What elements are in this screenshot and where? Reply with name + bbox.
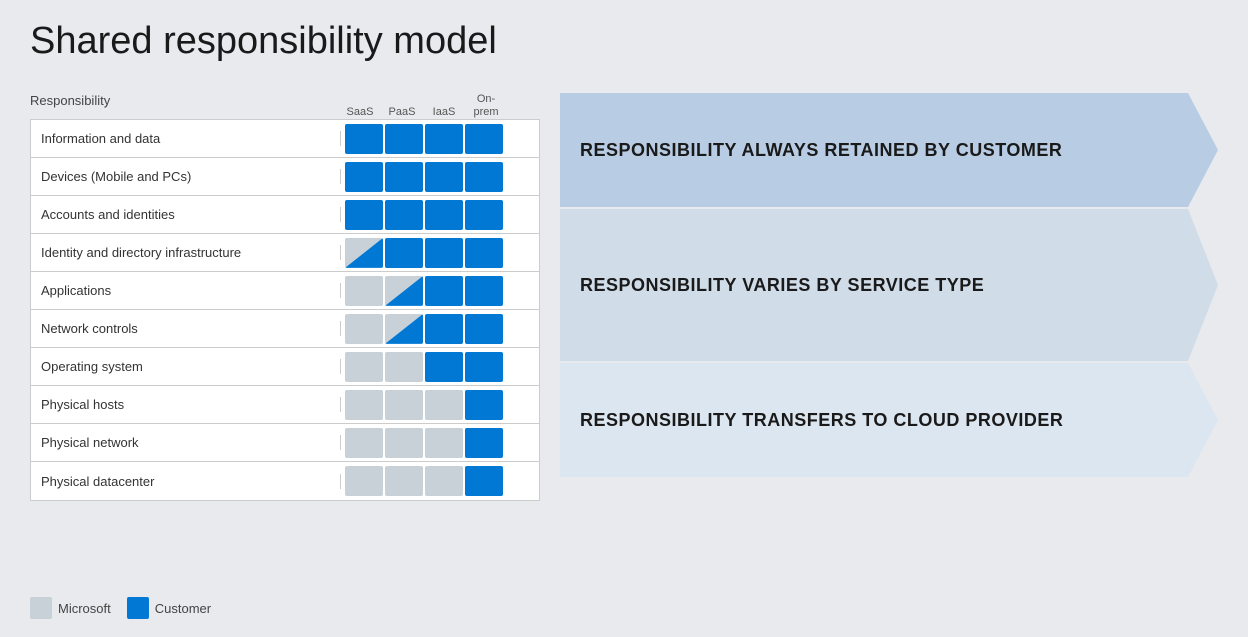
legend-microsoft-box (30, 597, 52, 619)
table-header: Responsibility SaaS PaaS IaaS On-prem (30, 93, 540, 119)
cell-iaas (425, 428, 463, 458)
row-label-devices: Devices (Mobile and PCs) (31, 169, 341, 184)
col-paas: PaaS (382, 106, 422, 119)
row-label-applications: Applications (31, 283, 341, 298)
table-row: Devices (Mobile and PCs) (31, 158, 539, 196)
row-cells (341, 121, 507, 157)
cell-onprem (465, 466, 503, 496)
row-cells (341, 197, 507, 233)
cell-iaas (425, 352, 463, 382)
row-label-physical-network: Physical network (31, 435, 341, 450)
row-cells (341, 463, 507, 499)
header-responsibility-label: Responsibility (30, 93, 340, 119)
table-row: Information and data (31, 120, 539, 158)
cell-paas (385, 466, 423, 496)
table-row: Identity and directory infrastructure (31, 234, 539, 272)
cell-saas (345, 200, 383, 230)
row-cells (341, 311, 507, 347)
row-cells (341, 387, 507, 423)
cell-paas (385, 352, 423, 382)
legend-customer-box (127, 597, 149, 619)
legend: Microsoft Customer (30, 597, 211, 619)
col-onprem: On-prem (466, 93, 506, 119)
legend-microsoft-label: Microsoft (58, 601, 111, 616)
banner-always-retained-text: RESPONSIBILITY ALWAYS RETAINED BY CUSTOM… (580, 140, 1062, 161)
cell-paas-split (385, 276, 423, 306)
table-row: Applications (31, 272, 539, 310)
cell-onprem (465, 352, 503, 382)
cell-iaas (425, 314, 463, 344)
banner-varies-by-service-text: RESPONSIBILITY VARIES BY SERVICE TYPE (580, 275, 984, 296)
table-row: Physical network (31, 424, 539, 462)
legend-customer: Customer (127, 597, 211, 619)
table-row: Physical datacenter (31, 462, 539, 500)
cell-onprem (465, 238, 503, 268)
row-cells (341, 425, 507, 461)
row-label-network-controls: Network controls (31, 321, 341, 336)
cell-onprem (465, 124, 503, 154)
table-row: Physical hosts (31, 386, 539, 424)
cell-saas (345, 276, 383, 306)
cell-saas (345, 428, 383, 458)
cell-saas (345, 466, 383, 496)
banner-transfers-to-provider-text: RESPONSIBILITY TRANSFERS TO CLOUD PROVID… (580, 410, 1063, 431)
cell-paas (385, 200, 423, 230)
legend-microsoft: Microsoft (30, 597, 111, 619)
cell-iaas (425, 390, 463, 420)
cell-onprem (465, 200, 503, 230)
cell-iaas (425, 162, 463, 192)
cell-paas (385, 162, 423, 192)
cell-onprem (465, 428, 503, 458)
cell-paas (385, 238, 423, 268)
cell-paas-split (385, 314, 423, 344)
row-cells (341, 349, 507, 385)
cell-paas (385, 390, 423, 420)
table-section: Responsibility SaaS PaaS IaaS On-prem In… (30, 93, 540, 501)
table-row: Accounts and identities (31, 196, 539, 234)
banner-always-retained: RESPONSIBILITY ALWAYS RETAINED BY CUSTOM… (560, 93, 1218, 207)
row-cells (341, 235, 507, 271)
table-row: Network controls (31, 310, 539, 348)
row-label-info-data: Information and data (31, 131, 341, 146)
cell-onprem (465, 390, 503, 420)
cell-onprem (465, 276, 503, 306)
cell-paas (385, 124, 423, 154)
row-label-accounts: Accounts and identities (31, 207, 341, 222)
cell-iaas (425, 238, 463, 268)
row-label-os: Operating system (31, 359, 341, 374)
cell-iaas (425, 200, 463, 230)
column-headers: SaaS PaaS IaaS On-prem (340, 93, 506, 119)
cell-saas (345, 314, 383, 344)
cell-saas (345, 162, 383, 192)
row-label-physical-datacenter: Physical datacenter (31, 474, 341, 489)
page-container: Shared responsibility model Responsibili… (0, 0, 1248, 637)
banner-transfers-to-provider: RESPONSIBILITY TRANSFERS TO CLOUD PROVID… (560, 363, 1218, 477)
cell-onprem (465, 162, 503, 192)
banners-section: RESPONSIBILITY ALWAYS RETAINED BY CUSTOM… (540, 93, 1218, 501)
main-content: Responsibility SaaS PaaS IaaS On-prem In… (30, 93, 1218, 501)
legend-customer-label: Customer (155, 601, 211, 616)
banner-varies-by-service: RESPONSIBILITY VARIES BY SERVICE TYPE (560, 209, 1218, 361)
col-iaas: IaaS (424, 106, 464, 119)
cell-iaas (425, 124, 463, 154)
cell-paas (385, 428, 423, 458)
responsibility-table: Information and data Devices (Mobile and… (30, 119, 540, 501)
col-saas: SaaS (340, 106, 380, 119)
row-cells (341, 273, 507, 309)
cell-onprem (465, 314, 503, 344)
cell-iaas (425, 466, 463, 496)
row-label-physical-hosts: Physical hosts (31, 397, 341, 412)
cell-iaas (425, 276, 463, 306)
cell-saas (345, 124, 383, 154)
cell-saas-split (345, 238, 383, 268)
page-title: Shared responsibility model (30, 20, 1218, 63)
cell-saas (345, 390, 383, 420)
table-row: Operating system (31, 348, 539, 386)
row-cells (341, 159, 507, 195)
cell-saas (345, 352, 383, 382)
row-label-identity: Identity and directory infrastructure (31, 245, 341, 260)
